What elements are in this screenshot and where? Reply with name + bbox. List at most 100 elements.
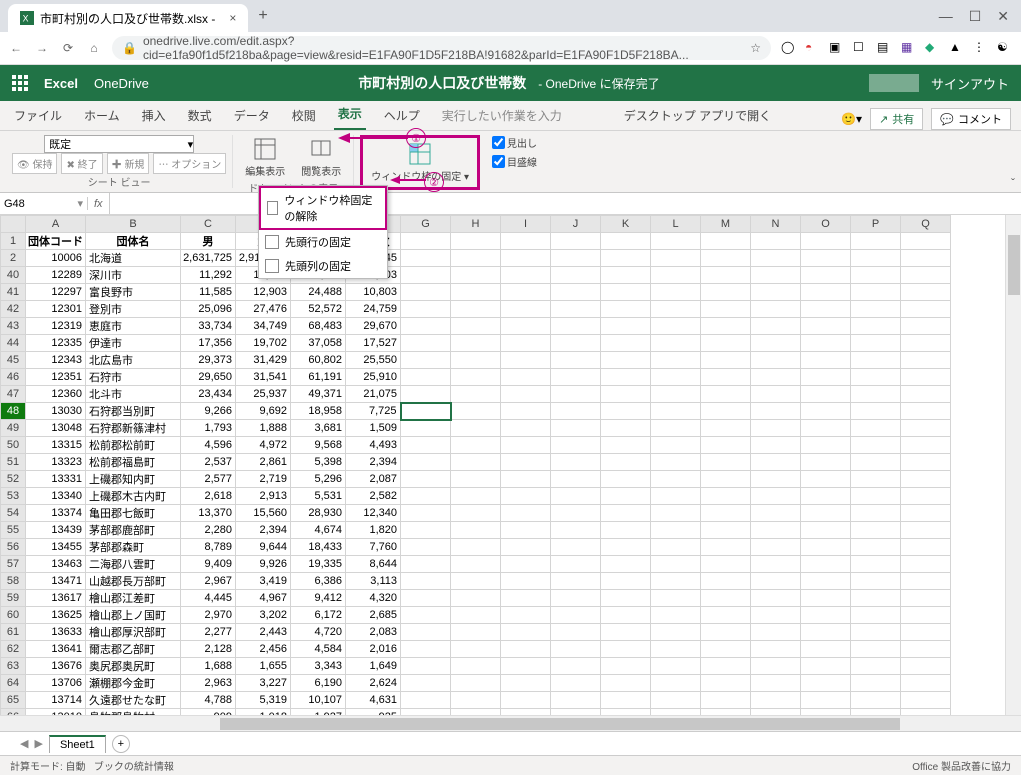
cell[interactable]: 9,266 [181, 403, 236, 420]
cell[interactable] [551, 301, 601, 318]
cell[interactable]: 49,371 [291, 386, 346, 403]
cell[interactable] [551, 318, 601, 335]
cell[interactable] [401, 692, 451, 709]
ext-icon[interactable]: ◓ [805, 40, 821, 56]
ext-icon[interactable]: ▣ [829, 40, 845, 56]
cell[interactable] [801, 471, 851, 488]
cell[interactable] [451, 590, 501, 607]
cell[interactable] [601, 471, 651, 488]
cell[interactable] [501, 539, 551, 556]
cell[interactable] [551, 539, 601, 556]
cell[interactable] [551, 233, 601, 250]
cell[interactable]: 15,560 [236, 505, 291, 522]
cell[interactable]: 9,412 [291, 590, 346, 607]
cell[interactable] [901, 675, 951, 692]
cell[interactable] [551, 505, 601, 522]
cell[interactable] [801, 403, 851, 420]
cell[interactable] [701, 607, 751, 624]
freeze-top-row-item[interactable]: 先頭行の固定 [259, 230, 387, 254]
sheet-tab[interactable]: Sheet1 [49, 735, 106, 753]
cell[interactable]: 3,113 [346, 573, 401, 590]
cell[interactable] [751, 556, 801, 573]
cell[interactable]: 13463 [26, 556, 86, 573]
col-header[interactable]: L [651, 216, 701, 233]
cell[interactable] [701, 692, 751, 709]
cell[interactable] [801, 454, 851, 471]
cell[interactable]: 2,083 [346, 624, 401, 641]
cell[interactable]: 13633 [26, 624, 86, 641]
cell[interactable] [451, 505, 501, 522]
cell[interactable] [651, 522, 701, 539]
cell[interactable]: 17,527 [346, 335, 401, 352]
cell[interactable] [551, 284, 601, 301]
cell[interactable]: 4,596 [181, 437, 236, 454]
cell[interactable] [801, 522, 851, 539]
cell[interactable] [651, 267, 701, 284]
cell[interactable] [651, 318, 701, 335]
cell[interactable] [401, 624, 451, 641]
cell[interactable] [451, 573, 501, 590]
cell[interactable] [401, 675, 451, 692]
cell[interactable] [451, 692, 501, 709]
cell[interactable]: 19,335 [291, 556, 346, 573]
cell[interactable] [651, 335, 701, 352]
cell[interactable]: 3,343 [291, 658, 346, 675]
cell[interactable] [651, 505, 701, 522]
cell[interactable] [751, 335, 801, 352]
back-icon[interactable]: ← [8, 40, 24, 56]
cell[interactable] [751, 284, 801, 301]
cell[interactable] [501, 335, 551, 352]
tab-insert[interactable]: 挿入 [138, 101, 170, 130]
cell[interactable] [651, 641, 701, 658]
cell[interactable] [701, 505, 751, 522]
cell[interactable] [501, 386, 551, 403]
cell[interactable] [751, 267, 801, 284]
cell[interactable] [801, 556, 851, 573]
cell[interactable] [851, 556, 901, 573]
cell[interactable]: 29,650 [181, 369, 236, 386]
cell[interactable]: 17,356 [181, 335, 236, 352]
cell[interactable]: 27,476 [236, 301, 291, 318]
cell[interactable] [501, 471, 551, 488]
cell[interactable] [801, 250, 851, 267]
col-header[interactable]: K [601, 216, 651, 233]
cell[interactable]: 2,970 [181, 607, 236, 624]
cell[interactable] [601, 522, 651, 539]
cell[interactable]: 1,655 [236, 658, 291, 675]
tab-data[interactable]: データ [230, 101, 274, 130]
col-header[interactable]: M [701, 216, 751, 233]
cell[interactable] [801, 573, 851, 590]
ext-icon[interactable]: ⋮ [973, 40, 989, 56]
cell[interactable] [551, 488, 601, 505]
cell[interactable]: 亀田郡七飯町 [86, 505, 181, 522]
cell[interactable]: 9,692 [236, 403, 291, 420]
cell[interactable] [501, 233, 551, 250]
cell[interactable]: 29,670 [346, 318, 401, 335]
cell[interactable]: 37,058 [291, 335, 346, 352]
cell[interactable] [551, 267, 601, 284]
cell[interactable] [401, 522, 451, 539]
cell[interactable]: 久遠郡せたな町 [86, 692, 181, 709]
cell[interactable] [451, 675, 501, 692]
cell[interactable]: 9,644 [236, 539, 291, 556]
cell[interactable] [601, 437, 651, 454]
cell[interactable] [851, 607, 901, 624]
cell[interactable] [451, 454, 501, 471]
cell[interactable] [651, 284, 701, 301]
cell[interactable]: 909 [181, 709, 236, 716]
cell[interactable]: 25,096 [181, 301, 236, 318]
cell[interactable] [501, 420, 551, 437]
ext-icon[interactable]: ◆ [925, 40, 941, 56]
cell[interactable] [901, 539, 951, 556]
cell[interactable] [851, 250, 901, 267]
cell[interactable]: 4,584 [291, 641, 346, 658]
cell[interactable]: 富良野市 [86, 284, 181, 301]
cell[interactable] [751, 454, 801, 471]
cell[interactable] [751, 488, 801, 505]
cell[interactable]: 北海道 [86, 250, 181, 267]
cell[interactable] [451, 556, 501, 573]
cell[interactable]: 12297 [26, 284, 86, 301]
cell[interactable] [901, 692, 951, 709]
cell[interactable]: 2,967 [181, 573, 236, 590]
cell[interactable] [501, 709, 551, 716]
